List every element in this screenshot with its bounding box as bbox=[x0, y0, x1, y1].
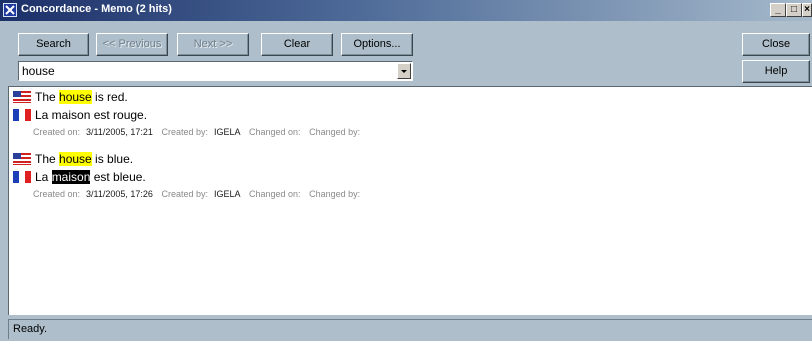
clear-button[interactable]: Clear bbox=[261, 33, 333, 56]
results-list[interactable]: The house is red. La maison est rouge. C… bbox=[8, 86, 812, 315]
created-by-label: Created by: bbox=[161, 189, 208, 199]
result-metadata: Created on: 3/11/2005, 17:21 Created by: I… bbox=[33, 125, 366, 139]
changed-by-label: Changed by: bbox=[309, 127, 361, 137]
chevron-down-icon bbox=[401, 70, 407, 73]
result-target-line[interactable]: La maison est bleue. bbox=[13, 169, 146, 185]
source-text: is blue. bbox=[91, 152, 134, 166]
target-text: La maison est rouge. bbox=[35, 108, 148, 122]
next-button-label: Next >> bbox=[193, 38, 233, 50]
result-target-line[interactable]: La maison est rouge. bbox=[13, 107, 147, 123]
search-hit-highlight: house bbox=[59, 152, 92, 166]
search-button-label: Search bbox=[36, 38, 71, 50]
search-hit-highlight: house bbox=[59, 90, 92, 104]
created-by-value: IGELA bbox=[213, 189, 241, 199]
target-text: La bbox=[35, 170, 52, 184]
close-button-label: Close bbox=[761, 38, 791, 50]
created-by-value: IGELA bbox=[213, 127, 241, 137]
us-flag-icon bbox=[13, 152, 31, 165]
concordance-window: Concordance - Memo (2 hits) _ □ × Search… bbox=[0, 0, 812, 341]
selected-text-highlight: maison bbox=[51, 170, 91, 184]
search-combobox[interactable] bbox=[18, 61, 413, 81]
app-icon bbox=[3, 3, 17, 17]
fr-flag-icon bbox=[13, 170, 31, 183]
created-on-label: Created on: bbox=[33, 189, 81, 199]
fr-flag-icon bbox=[13, 108, 31, 121]
result-source-line[interactable]: The house is red. bbox=[13, 89, 128, 105]
next-button[interactable]: Next >> bbox=[177, 33, 249, 56]
search-input[interactable] bbox=[22, 63, 392, 79]
result-source-line[interactable]: The house is blue. bbox=[13, 151, 133, 167]
search-button[interactable]: Search bbox=[18, 33, 89, 56]
help-button[interactable]: Help bbox=[742, 60, 810, 83]
created-on-label: Created on: bbox=[33, 127, 81, 137]
status-bar: Ready. bbox=[8, 319, 812, 339]
window-title: Concordance - Memo (2 hits) bbox=[21, 3, 172, 15]
source-text: is red. bbox=[91, 90, 128, 104]
created-on-value: 3/11/2005, 17:21 bbox=[86, 127, 153, 137]
changed-on-label: Changed on: bbox=[249, 127, 301, 137]
previous-button[interactable]: << Previous bbox=[96, 33, 168, 56]
maximize-button[interactable]: □ bbox=[786, 3, 802, 17]
source-text: The bbox=[35, 90, 60, 104]
result-metadata: Created on: 3/11/2005, 17:26 Created by: I… bbox=[33, 187, 366, 201]
title-bar[interactable]: Concordance - Memo (2 hits) _ □ × bbox=[0, 0, 812, 21]
clear-button-label: Clear bbox=[283, 38, 311, 50]
previous-button-label: << Previous bbox=[102, 38, 162, 50]
us-flag-icon bbox=[13, 90, 31, 103]
options-button[interactable]: Options... bbox=[341, 33, 413, 56]
target-text: est bleue. bbox=[90, 170, 146, 184]
close-icon: × bbox=[804, 4, 810, 15]
close-button[interactable]: Close bbox=[742, 33, 810, 56]
close-window-button[interactable]: × bbox=[802, 3, 812, 17]
created-by-label: Created by: bbox=[161, 127, 208, 137]
changed-on-label: Changed on: bbox=[249, 189, 301, 199]
changed-by-label: Changed by: bbox=[309, 189, 361, 199]
created-on-value: 3/11/2005, 17:26 bbox=[86, 189, 153, 199]
minimize-icon: _ bbox=[775, 4, 781, 15]
dropdown-button[interactable] bbox=[397, 63, 411, 79]
maximize-icon: □ bbox=[790, 4, 798, 15]
source-text: The bbox=[35, 152, 60, 166]
help-button-label: Help bbox=[764, 65, 788, 77]
minimize-button[interactable]: _ bbox=[770, 3, 786, 17]
options-button-label: Options... bbox=[353, 38, 401, 50]
status-text: Ready. bbox=[13, 323, 48, 335]
